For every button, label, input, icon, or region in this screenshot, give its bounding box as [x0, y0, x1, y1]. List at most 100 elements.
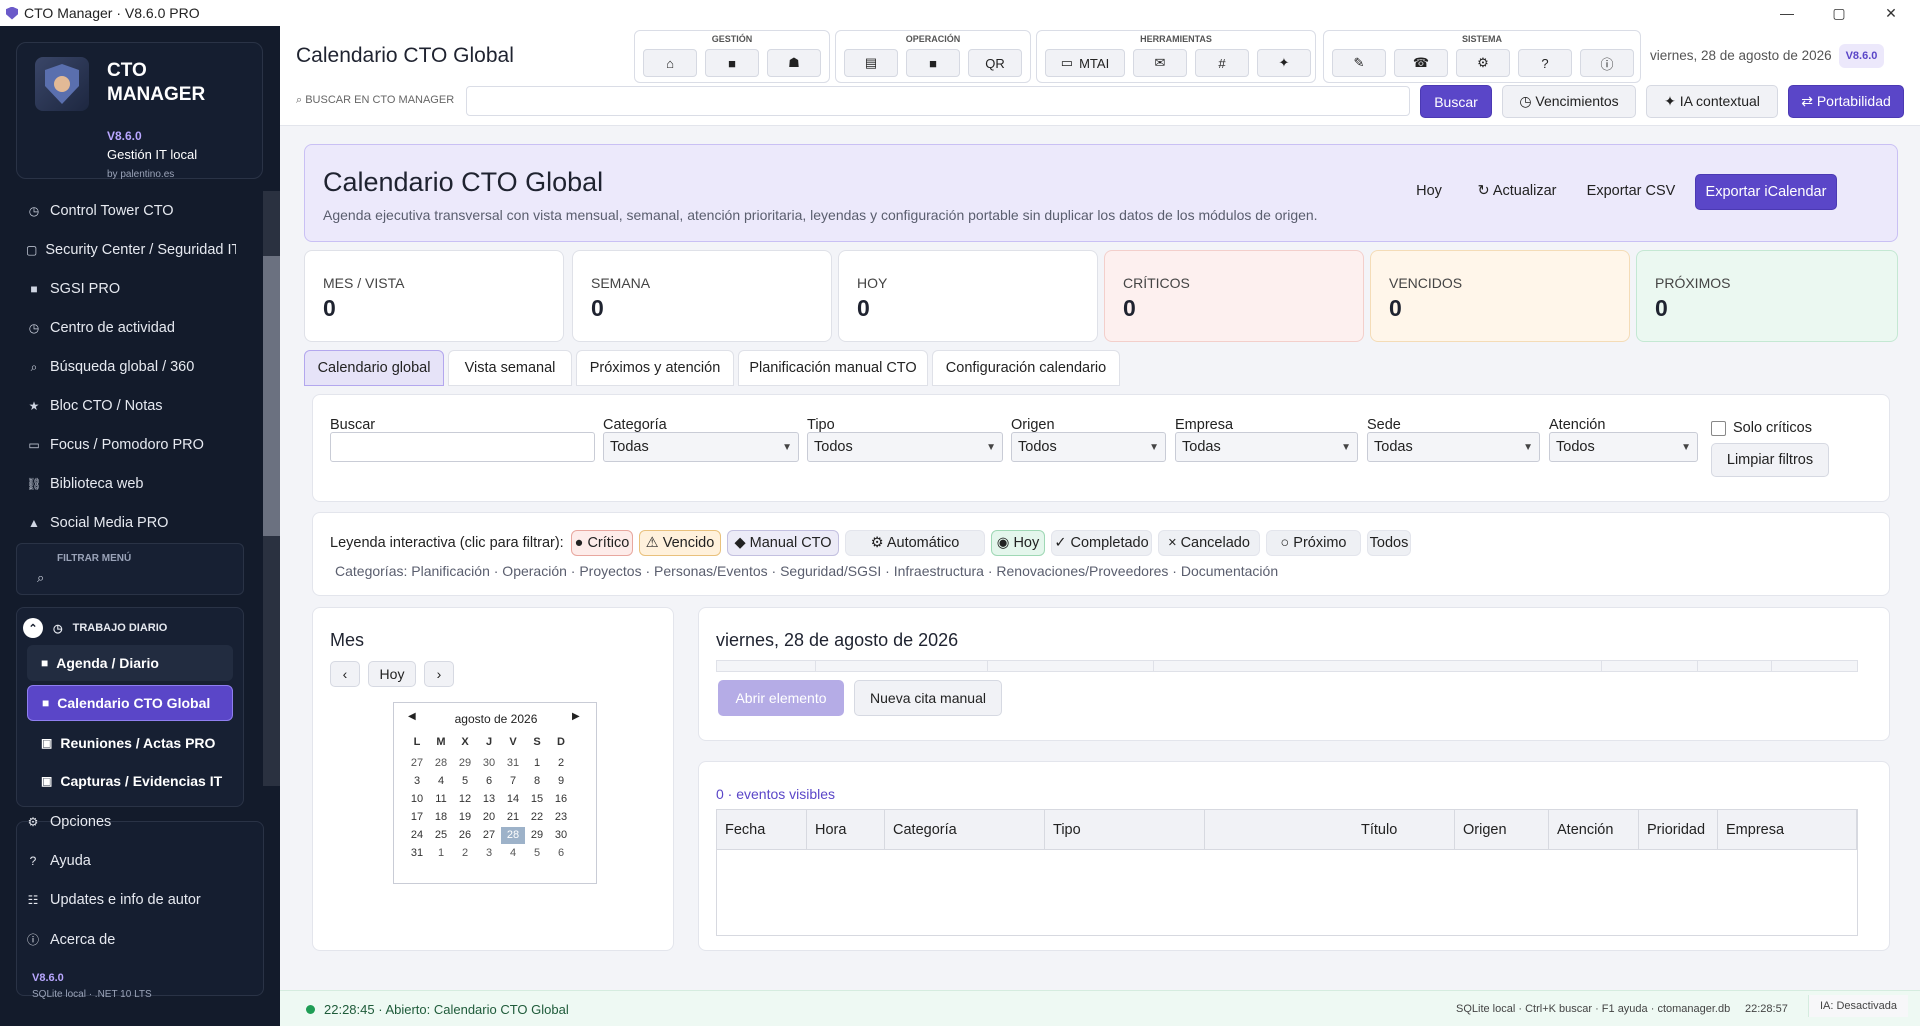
sidebar-item-reuniones[interactable]: ▣ Reuniones / Actas PRO: [27, 725, 233, 761]
calendar-day[interactable]: 27: [477, 827, 501, 844]
limpiar-filtros-button[interactable]: Limpiar filtros: [1711, 443, 1829, 477]
calendar-day[interactable]: 4: [501, 845, 525, 862]
chip-cancelado[interactable]: × Cancelado: [1158, 530, 1260, 556]
settings-button[interactable]: ⚙: [1456, 49, 1510, 77]
calendar-day[interactable]: 28: [429, 755, 453, 772]
sidebar-item-security-center[interactable]: ▢ Security Center / Seguridad IT: [26, 235, 236, 265]
column-header[interactable]: Título: [1205, 810, 1455, 850]
chevron-up-icon[interactable]: ⌃: [23, 618, 43, 638]
sidebar-item-ayuda[interactable]: ? Ayuda: [26, 853, 91, 869]
calendar-day[interactable]: 30: [477, 755, 501, 772]
calendar-day[interactable]: 11: [429, 791, 453, 808]
document-button[interactable]: ▤: [844, 49, 898, 77]
calendar-day[interactable]: 8: [525, 773, 549, 790]
sidebar-item-control-tower[interactable]: ◷ Control Tower CTO: [26, 196, 236, 226]
next-month-button[interactable]: ›: [424, 661, 454, 687]
calendar-day[interactable]: 1: [525, 755, 549, 772]
calendar-day[interactable]: 23: [549, 809, 573, 826]
sidebar-item-sgsi-pro[interactable]: ■ SGSI PRO: [26, 274, 236, 304]
column-header[interactable]: Origen: [1455, 810, 1549, 850]
origen-select[interactable]: Todos ▼: [1011, 432, 1166, 462]
info-button[interactable]: ⓘ: [1580, 49, 1634, 77]
calendar-day[interactable]: 25: [429, 827, 453, 844]
inventory-button[interactable]: ■: [906, 49, 960, 77]
calendar-day[interactable]: 10: [405, 791, 429, 808]
tipo-select[interactable]: Todos ▼: [807, 432, 1003, 462]
hoy-button[interactable]: Hoy: [1401, 174, 1457, 208]
nueva-cita-button[interactable]: Nueva cita manual: [854, 680, 1002, 716]
ia-contextual-button[interactable]: ✦ IA contextual: [1646, 85, 1778, 118]
sidebar-item-bloc-cto[interactable]: ★ Bloc CTO / Notas: [26, 391, 236, 421]
calendar-day[interactable]: 22: [525, 809, 549, 826]
today-month-button[interactable]: Hoy: [368, 661, 416, 687]
actualizar-button[interactable]: ↻ Actualizar: [1467, 174, 1567, 208]
sidebar-scroll-thumb[interactable]: [263, 256, 280, 536]
column-header[interactable]: Empresa: [1718, 810, 1857, 850]
sidebar-item-agenda[interactable]: ■ Agenda / Diario: [27, 645, 233, 681]
exportar-icalendar-button[interactable]: Exportar iCalendar: [1695, 174, 1837, 210]
calendar-day[interactable]: 26: [453, 827, 477, 844]
calendar-day[interactable]: 7: [501, 773, 525, 790]
ia-status[interactable]: IA: Desactivada: [1808, 995, 1908, 1017]
tab-calendario-global[interactable]: Calendario global: [304, 350, 444, 386]
portabilidad-button[interactable]: ⇄ Portabilidad: [1788, 85, 1904, 118]
sidebar-item-calendario[interactable]: ■ Calendario CTO Global: [27, 685, 233, 721]
calendar-day[interactable]: 18: [429, 809, 453, 826]
minimize-button[interactable]: —: [1764, 0, 1810, 26]
mail-button[interactable]: ✉: [1133, 49, 1187, 77]
home-button[interactable]: ⌂: [643, 49, 697, 77]
sede-select[interactable]: Todas ▼: [1367, 432, 1540, 462]
categoria-select[interactable]: Todas ▼: [603, 432, 799, 462]
column-header[interactable]: Hora: [807, 810, 885, 850]
calendar-day[interactable]: 30: [549, 827, 573, 844]
calendar-day[interactable]: 2: [453, 845, 477, 862]
calendar-day[interactable]: 20: [477, 809, 501, 826]
calendar-day[interactable]: 27: [405, 755, 429, 772]
column-header[interactable]: Prioridad: [1639, 810, 1718, 850]
sidebar-item-busqueda-global[interactable]: ⌕ Búsqueda global / 360: [26, 352, 236, 382]
calendar-day[interactable]: 19: [453, 809, 477, 826]
sidebar-item-updates[interactable]: ☷ Updates e info de autor: [26, 892, 201, 908]
tab-vista-semanal[interactable]: Vista semanal: [448, 350, 572, 386]
sparkle-button[interactable]: ✦: [1257, 49, 1311, 77]
calendar-day[interactable]: 2: [549, 755, 573, 772]
chip-vencido[interactable]: ⚠ Vencido: [639, 530, 721, 556]
phone-button[interactable]: ☎: [1394, 49, 1448, 77]
vencimientos-button[interactable]: ◷ Vencimientos: [1502, 85, 1636, 118]
dashboard-button[interactable]: ■: [705, 49, 759, 77]
abrir-elemento-button[interactable]: Abrir elemento: [718, 680, 844, 716]
sidebar-item-opciones[interactable]: ⚙ Opciones: [26, 814, 112, 830]
calendar-day[interactable]: 31: [501, 755, 525, 772]
empresa-select[interactable]: Todas ▼: [1175, 432, 1358, 462]
calendar-day[interactable]: 16: [549, 791, 573, 808]
calendar-day[interactable]: 5: [525, 845, 549, 862]
filter-menu-input[interactable]: FILTRAR MENÚ ⌕: [16, 543, 244, 595]
calendar-day[interactable]: 5: [453, 773, 477, 790]
mini-calendar[interactable]: ◀ agosto de 2026 ▶ L M X J V S D 27 28 29 30 31 1 2 3 4…: [393, 702, 597, 884]
chip-critico[interactable]: ● Crítico: [571, 530, 633, 556]
calendar-next-icon[interactable]: ▶: [572, 711, 580, 722]
help-button[interactable]: ?: [1518, 49, 1572, 77]
buscar-button[interactable]: Buscar: [1420, 85, 1492, 118]
calendar-day[interactable]: 21: [501, 809, 525, 826]
calendar-day[interactable]: 17: [405, 809, 429, 826]
tab-planificacion-manual[interactable]: Planificación manual CTO: [738, 350, 928, 386]
group-header[interactable]: ⌃ ◷ TRABAJO DIARIO: [23, 618, 167, 638]
global-search-input[interactable]: [466, 86, 1410, 116]
maximize-button[interactable]: ▢: [1816, 0, 1862, 26]
tab-proximos-atencion[interactable]: Próximos y atención: [576, 350, 734, 386]
sidebar-item-focus-pomodoro[interactable]: ▭ Focus / Pomodoro PRO: [26, 430, 236, 460]
pen-button[interactable]: ✎: [1332, 49, 1386, 77]
mtai-button[interactable]: ▭ MTAI: [1045, 49, 1125, 77]
column-header[interactable]: Fecha: [717, 810, 807, 850]
prev-month-button[interactable]: ‹: [330, 661, 360, 687]
calendar-day[interactable]: 28: [501, 827, 525, 844]
chip-proximo[interactable]: ○ Próximo: [1266, 530, 1361, 556]
calendar-day[interactable]: 9: [549, 773, 573, 790]
chip-hoy[interactable]: ◉ Hoy: [991, 530, 1045, 556]
calendar-day[interactable]: 3: [477, 845, 501, 862]
calendar-day[interactable]: 12: [453, 791, 477, 808]
chip-automatico[interactable]: ⚙ Automático: [845, 530, 985, 556]
close-button[interactable]: ✕: [1868, 0, 1914, 26]
atencion-select[interactable]: Todos ▼: [1549, 432, 1698, 462]
